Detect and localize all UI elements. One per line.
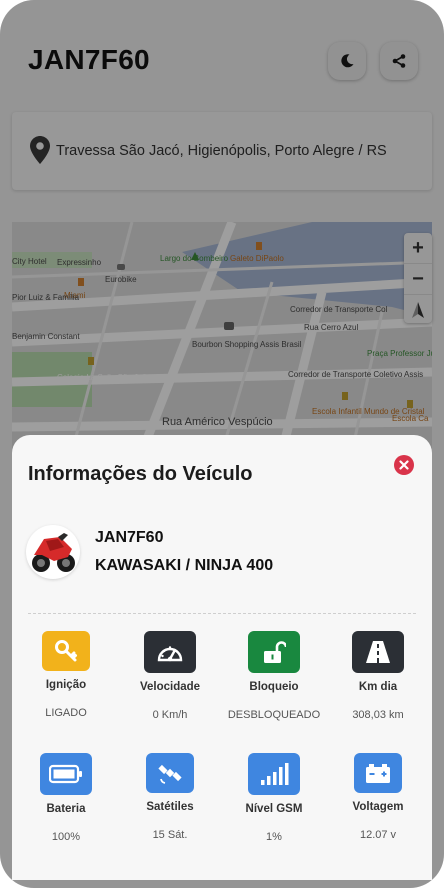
- stat-speed[interactable]: Velocidade 0 Km/h: [118, 631, 222, 721]
- speedometer-icon: [157, 646, 183, 662]
- satellite-tile: [146, 753, 194, 793]
- divider: [28, 613, 416, 614]
- stat-value: 1%: [266, 831, 282, 843]
- stat-battery[interactable]: Bateria 100%: [14, 753, 118, 843]
- map-label: Escola Ca: [392, 414, 429, 423]
- stat-value: DESBLOQUEADO: [227, 709, 321, 721]
- close-icon: [399, 460, 409, 470]
- stat-label: Nível GSM: [245, 803, 303, 815]
- stat-label: Voltagem: [352, 801, 404, 813]
- compass-button[interactable]: [404, 295, 432, 325]
- map-label: Corredor de Transporte Coletivo Assis: [288, 370, 423, 379]
- motorcycle-icon: [32, 533, 75, 572]
- stat-value: 100%: [51, 831, 81, 843]
- map-label: Expressinho: [57, 258, 102, 267]
- stat-value: 308,03 km: [352, 709, 404, 721]
- page-title: JAN7F60: [28, 44, 150, 75]
- stat-gsm[interactable]: Nível GSM 1%: [222, 753, 326, 843]
- map-label: Bourbon Shopping Assis Brasil: [192, 340, 302, 349]
- map-label: Eurobike: [105, 275, 137, 284]
- voltage-tile: [354, 753, 402, 793]
- location-pin-icon: [30, 136, 50, 164]
- vehicle-plate: JAN7F60: [95, 529, 164, 546]
- vehicle-info-sheet: Informações do Veículo JAN7F60 KAWASAKI …: [12, 435, 432, 880]
- address-card[interactable]: Travessa São Jacó, Higienópolis, Porto A…: [12, 112, 432, 190]
- stat-label: Velocidade: [139, 681, 201, 693]
- stat-value: 12.07 v: [359, 829, 397, 841]
- close-button[interactable]: [394, 455, 414, 475]
- vehicle-model: KAWASAKI / NINJA 400: [95, 557, 274, 574]
- map-zoom-controls: + −: [404, 233, 432, 323]
- battery-tile: [40, 753, 92, 795]
- map-label: Galeto DiPaolo: [230, 254, 284, 263]
- signal-icon: [261, 763, 289, 785]
- car-battery-icon: [366, 764, 390, 783]
- satellite-icon: [158, 764, 182, 784]
- dark-mode-button[interactable]: [328, 42, 366, 80]
- address-text: Travessa São Jacó, Higienópolis, Porto A…: [56, 143, 387, 159]
- map-label: Colegio La Salle São João: [57, 373, 152, 382]
- map-label: Pior Luiz & Família: [12, 293, 80, 302]
- key-icon: [55, 640, 77, 662]
- map-label: City Hotel: [12, 257, 47, 266]
- lock-tile: [248, 631, 300, 673]
- stat-label: Satétiles: [146, 801, 194, 813]
- stat-voltage[interactable]: Voltagem 12.07 v: [326, 753, 430, 841]
- ignition-tile: [42, 631, 90, 671]
- vehicle-avatar: [26, 525, 80, 579]
- map-label: Rua Cerro Azul: [304, 323, 358, 332]
- moon-icon: [341, 54, 354, 68]
- share-button[interactable]: [380, 42, 418, 80]
- stat-lock[interactable]: Bloqueio DESBLOQUEADO: [222, 631, 326, 721]
- zoom-out-button[interactable]: −: [404, 264, 432, 295]
- stat-label: Km dia: [358, 681, 398, 693]
- stat-satellites[interactable]: Satétiles 15 Sát.: [118, 753, 222, 841]
- stat-km-day[interactable]: Km dia 308,03 km: [326, 631, 430, 721]
- stat-label: Bateria: [46, 803, 86, 815]
- sheet-title: Informações do Veículo: [28, 463, 253, 485]
- map-view[interactable]: City Hotel Expressinho Eurobike Largo do…: [12, 222, 432, 452]
- stat-value: 15 Sát.: [152, 829, 188, 841]
- battery-icon: [49, 764, 82, 784]
- gsm-tile: [248, 753, 300, 795]
- stat-value: LIGADO: [45, 707, 87, 719]
- unlock-icon: [264, 641, 286, 663]
- map-label: Benjamin Constant: [12, 332, 80, 341]
- map-label: Rua Américo Vespúcio: [162, 416, 273, 428]
- km-tile: [352, 631, 404, 673]
- stat-label: Bloqueio: [249, 681, 299, 693]
- phone-screen: JAN7F60 Travessa São Jacó, Higienópolis,…: [0, 0, 444, 888]
- stat-label: Ignição: [45, 679, 87, 691]
- share-icon: [392, 54, 406, 68]
- zoom-in-button[interactable]: +: [404, 233, 432, 264]
- compass-icon: [412, 302, 424, 318]
- speed-tile: [144, 631, 196, 673]
- road-icon: [366, 641, 390, 663]
- map-label: Praça Professor Júlio Grau: [367, 349, 432, 358]
- stat-value: 0 Km/h: [152, 709, 188, 721]
- map-label: Corredor de Transporte Col: [290, 305, 388, 314]
- map-canvas: City Hotel Expressinho Eurobike Largo do…: [12, 222, 432, 452]
- stat-ignition[interactable]: Ignição LIGADO: [14, 631, 118, 719]
